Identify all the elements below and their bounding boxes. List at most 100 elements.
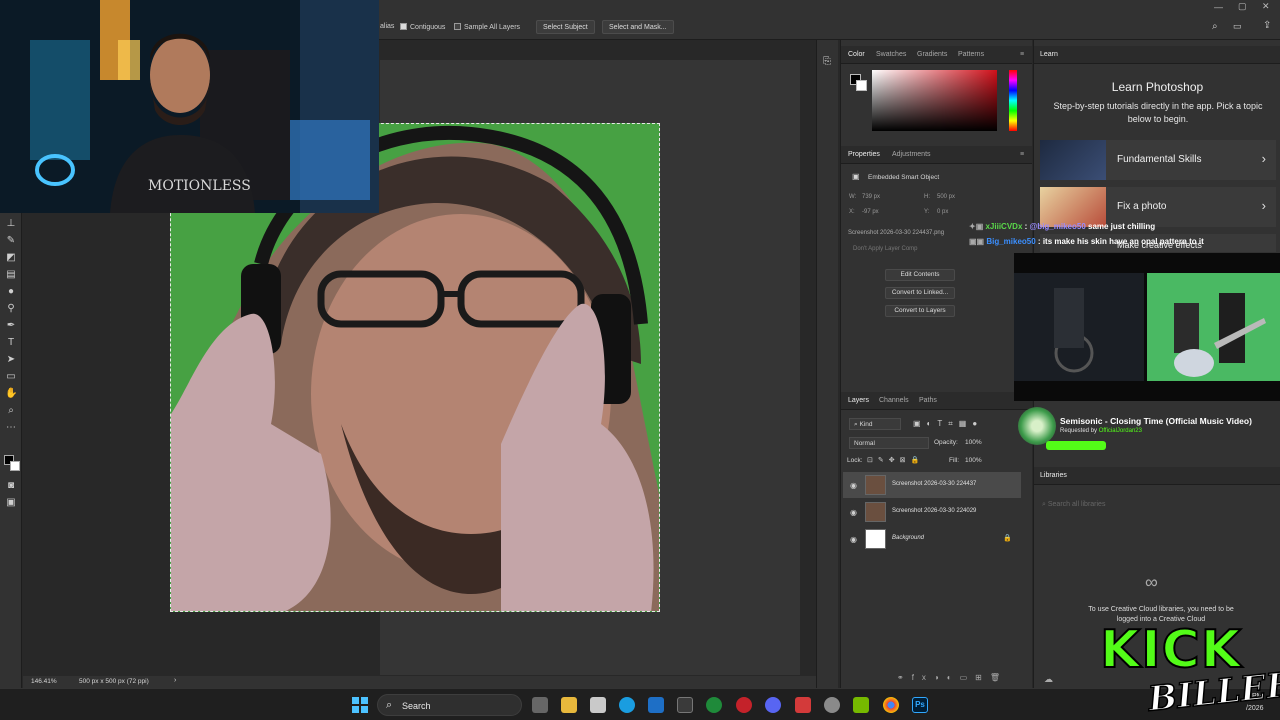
tab-libraries[interactable]: Libraries <box>1040 472 1067 479</box>
quick-mask-icon[interactable]: ◙ <box>5 480 17 492</box>
share-icon[interactable]: ⇪ <box>1263 20 1271 31</box>
height-field[interactable]: 500 px <box>937 194 955 200</box>
gradient-tool-icon[interactable]: ▤ <box>5 269 17 281</box>
history-panel-icon[interactable]: ⎘ <box>823 56 831 67</box>
streamer-webcam-illustration: MOTIONLESS <box>0 0 379 213</box>
maximize-icon[interactable]: ▢ <box>1238 1 1247 12</box>
visibility-eye-icon[interactable]: ◉ <box>850 535 857 544</box>
layer-filter-icons[interactable]: ▣◐T⌗▦● <box>913 419 983 429</box>
tab-properties[interactable]: Properties <box>848 151 880 158</box>
opacity-field[interactable]: 100% <box>965 439 982 446</box>
blend-mode-select[interactable]: Normal <box>849 437 929 449</box>
libraries-search-input[interactable]: ⌕ Search all libraries <box>1042 501 1105 509</box>
fill-field[interactable]: 100% <box>965 457 982 464</box>
learn-title: Learn Photoshop <box>1111 80 1204 94</box>
y-field[interactable]: 0 px <box>937 209 948 215</box>
sample-all-label: Sample All Layers <box>464 24 521 31</box>
eraser-tool-icon[interactable]: ◩ <box>5 252 17 264</box>
tab-channels[interactable]: Channels <box>879 397 909 404</box>
x-label: X: <box>849 209 855 215</box>
taskbar-search-box[interactable]: ⌕ Search <box>377 694 522 716</box>
tab-adjustments[interactable]: Adjustments <box>892 151 931 158</box>
sample-all-layers-checkbox[interactable]: Sample All Layers <box>454 23 520 31</box>
screen-mode-icon[interactable]: ▣ <box>5 497 17 509</box>
dodge-tool-icon[interactable]: ⚲ <box>5 303 17 315</box>
cloud-sync-icon[interactable]: ☁ <box>1044 674 1053 685</box>
search-icon[interactable]: ⌕ <box>1212 21 1218 32</box>
checkbox-icon <box>454 23 461 30</box>
panel-menu-icon[interactable]: ≡ <box>1020 51 1024 58</box>
convert-to-layers-button[interactable]: Convert to Layers <box>885 305 955 317</box>
tab-gradients[interactable]: Gradients <box>917 51 947 58</box>
history-brush-icon[interactable]: ✎ <box>5 235 17 247</box>
tab-layers[interactable]: Layers <box>848 397 869 404</box>
convert-to-linked-button[interactable]: Convert to Linked... <box>885 287 955 299</box>
layer-row[interactable]: ◉ Screenshot 2026-03-30 224437 <box>843 472 1021 498</box>
app-red-icon[interactable] <box>736 697 752 713</box>
more-tools-icon[interactable]: ⋯ <box>5 422 17 434</box>
minimize-icon[interactable]: — <box>1214 2 1223 12</box>
outlook-icon[interactable] <box>648 697 664 713</box>
contiguous-checkbox[interactable]: Contiguous <box>400 23 445 31</box>
status-menu-arrow[interactable]: › <box>174 677 176 684</box>
background-swatch[interactable] <box>856 80 867 91</box>
layer-row[interactable]: ◉ Screenshot 2026-03-30 224029 <box>843 499 1021 525</box>
xbox-icon[interactable] <box>706 697 722 713</box>
requester-name: OfficialJordan23 <box>1098 428 1142 434</box>
app-icon[interactable] <box>795 697 811 713</box>
discord-icon[interactable] <box>765 697 781 713</box>
workspace-icon[interactable]: ▭ <box>1233 21 1242 32</box>
photoshop-icon[interactable]: Ps <box>912 697 928 713</box>
zoom-tool-icon[interactable]: ⌕ <box>5 405 17 417</box>
panel-menu-icon[interactable]: ≡ <box>1020 151 1024 158</box>
layer-row[interactable]: ◉ Background 🔒 <box>843 526 1021 552</box>
album-art <box>1018 407 1056 445</box>
hue-slider[interactable] <box>1009 70 1017 131</box>
search-placeholder: Search all libraries <box>1047 501 1106 508</box>
settings-icon[interactable] <box>824 697 840 713</box>
width-field[interactable]: 739 px <box>862 194 880 200</box>
hand-tool-icon[interactable]: ✋ <box>5 388 17 400</box>
learn-card-fundamental-skills[interactable]: Fundamental Skills › <box>1040 140 1276 180</box>
tab-color[interactable]: Color <box>848 51 865 58</box>
tab-patterns[interactable]: Patterns <box>958 51 984 58</box>
select-and-mask-button[interactable]: Select and Mask... <box>602 20 674 34</box>
layer-filter-kind[interactable]: ⌕ Kind <box>849 418 901 430</box>
path-selection-icon[interactable]: ➤ <box>5 354 17 366</box>
smart-object-filename: Screenshot 2026-03-30 224437.png <box>848 230 945 236</box>
layer-thumbnail <box>865 529 886 549</box>
chrome-icon[interactable] <box>883 697 899 713</box>
background-color-swatch[interactable] <box>10 461 20 471</box>
layers-footer-icons[interactable]: ⚭fx◑◐▭⊞🗑 <box>897 673 1008 682</box>
visibility-eye-icon[interactable]: ◉ <box>850 508 857 517</box>
windows-start-icon[interactable] <box>352 697 368 713</box>
lock-icons[interactable]: ⊡✎✥⊠🔒 <box>867 456 924 464</box>
blur-tool-icon[interactable]: ● <box>5 286 17 298</box>
terminal-icon[interactable] <box>677 697 693 713</box>
chat-text: same just chilling <box>1088 222 1156 231</box>
zoom-level[interactable]: 146.41% <box>31 678 57 685</box>
select-subject-button[interactable]: Select Subject <box>536 20 595 34</box>
x-field[interactable]: -97 px <box>862 209 879 215</box>
stamp-tool-icon[interactable]: ⊥ <box>5 218 17 230</box>
tab-learn[interactable]: Learn <box>1040 51 1058 58</box>
layer-comp-select[interactable]: Don't Apply Layer Comp <box>853 246 918 252</box>
color-picker-field[interactable] <box>872 70 997 131</box>
rectangle-tool-icon[interactable]: ▭ <box>5 371 17 383</box>
anti-alias-checkbox-label[interactable]: alias <box>380 23 394 30</box>
file-explorer-icon[interactable] <box>561 697 577 713</box>
type-tool-icon[interactable]: T <box>5 337 17 349</box>
edge-icon[interactable] <box>619 697 635 713</box>
task-view-icon[interactable] <box>532 697 548 713</box>
nvidia-icon[interactable] <box>853 697 869 713</box>
tab-swatches[interactable]: Swatches <box>876 51 906 58</box>
edit-contents-button[interactable]: Edit Contents <box>885 269 955 281</box>
tab-paths[interactable]: Paths <box>919 397 937 404</box>
close-icon[interactable]: ✕ <box>1262 1 1270 12</box>
pen-tool-icon[interactable]: ✒ <box>5 320 17 332</box>
libraries-panel-tabs: Libraries <box>1034 467 1280 485</box>
store-icon[interactable] <box>590 697 606 713</box>
color-panel-tabs: Color Swatches Gradients Patterns ≡ <box>841 46 1032 64</box>
visibility-eye-icon[interactable]: ◉ <box>850 481 857 490</box>
learn-panel-tabs: Learn <box>1034 46 1280 64</box>
